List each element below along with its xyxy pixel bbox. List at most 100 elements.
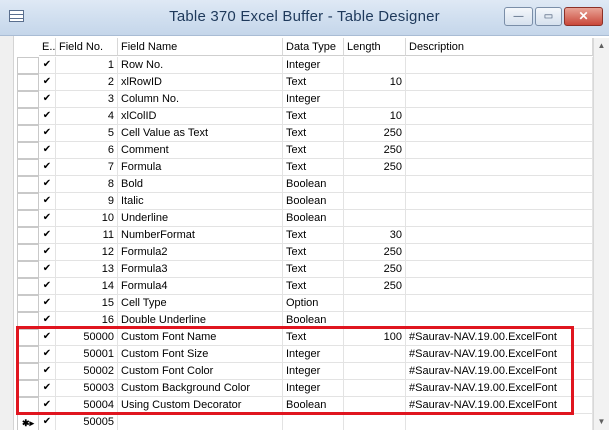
field-name-cell[interactable]: Formula	[118, 159, 283, 176]
enabled-checkmark-icon[interactable]: ✔	[39, 227, 56, 244]
table-row[interactable]: ✔ 8 Bold Boolean	[14, 176, 593, 193]
column-header-length[interactable]: Length	[344, 38, 406, 56]
description-cell[interactable]	[406, 414, 593, 430]
enabled-checkmark-icon[interactable]: ✔	[39, 363, 56, 380]
row-selector[interactable]	[17, 261, 39, 278]
enabled-checkmark-icon[interactable]: ✔	[39, 244, 56, 261]
row-selector[interactable]	[17, 159, 39, 176]
field-name-cell[interactable]: Cell Value as Text	[118, 125, 283, 142]
table-row[interactable]: ✔ 12 Formula2 Text 250	[14, 244, 593, 261]
field-name-cell[interactable]: xlRowID	[118, 74, 283, 91]
field-no-cell[interactable]: 15	[56, 295, 118, 312]
column-header-data-type[interactable]: Data Type	[283, 38, 344, 56]
field-no-cell[interactable]: 8	[56, 176, 118, 193]
description-cell[interactable]	[406, 125, 593, 142]
length-cell[interactable]	[344, 414, 406, 430]
data-type-cell[interactable]: Integer	[283, 380, 344, 397]
length-cell[interactable]	[344, 57, 406, 74]
field-no-cell[interactable]: 3	[56, 91, 118, 108]
table-row[interactable]: ✔ 50000 Custom Font Name Text 100 #Saurav-NAV…	[14, 329, 593, 346]
length-cell[interactable]	[344, 193, 406, 210]
field-name-cell[interactable]: Formula2	[118, 244, 283, 261]
enabled-checkmark-icon[interactable]: ✔	[39, 312, 56, 329]
data-type-cell[interactable]: Integer	[283, 363, 344, 380]
description-cell[interactable]	[406, 312, 593, 329]
field-name-cell[interactable]: Custom Background Color	[118, 380, 283, 397]
data-type-cell[interactable]: Text	[283, 108, 344, 125]
column-header-field-no[interactable]: Field No.	[56, 38, 118, 56]
length-cell[interactable]: 250	[344, 159, 406, 176]
table-row[interactable]: ✔ 5 Cell Value as Text Text 250	[14, 125, 593, 142]
enabled-checkmark-icon[interactable]: ✔	[39, 176, 56, 193]
data-type-cell[interactable]: Text	[283, 142, 344, 159]
length-cell[interactable]: 250	[344, 244, 406, 261]
length-cell[interactable]	[344, 91, 406, 108]
data-type-cell[interactable]: Option	[283, 295, 344, 312]
field-name-cell[interactable]: Custom Font Name	[118, 329, 283, 346]
enabled-checkmark-icon[interactable]: ✔	[39, 210, 56, 227]
field-no-cell[interactable]: 12	[56, 244, 118, 261]
data-type-cell[interactable]: Boolean	[283, 210, 344, 227]
table-row[interactable]: ✔ 13 Formula3 Text 250	[14, 261, 593, 278]
data-type-cell[interactable]: Text	[283, 125, 344, 142]
description-cell[interactable]: #Saurav-NAV.19.00.ExcelFont	[406, 380, 593, 397]
row-selector[interactable]	[17, 57, 39, 74]
enabled-checkmark-icon[interactable]: ✔	[39, 261, 56, 278]
description-cell[interactable]: #Saurav-NAV.19.00.ExcelFont	[406, 329, 593, 346]
data-type-cell[interactable]: Boolean	[283, 312, 344, 329]
enabled-checkmark-icon[interactable]: ✔	[39, 346, 56, 363]
field-name-cell[interactable]: Bold	[118, 176, 283, 193]
row-selector[interactable]	[17, 108, 39, 125]
field-name-cell[interactable]: xlColID	[118, 108, 283, 125]
data-type-cell[interactable]: Boolean	[283, 193, 344, 210]
maximize-button[interactable]: ▭	[535, 7, 562, 26]
length-cell[interactable]: 250	[344, 142, 406, 159]
row-selector[interactable]	[17, 142, 39, 159]
row-selector[interactable]	[17, 74, 39, 91]
field-no-cell[interactable]: 10	[56, 210, 118, 227]
field-no-cell[interactable]: 7	[56, 159, 118, 176]
length-cell[interactable]	[344, 346, 406, 363]
table-row[interactable]: ✔ 50003 Custom Background Color Integer #Sau…	[14, 380, 593, 397]
data-type-cell[interactable]: Text	[283, 261, 344, 278]
table-row[interactable]: ✔ 50004 Using Custom Decorator Boolean #Saur…	[14, 397, 593, 414]
description-cell[interactable]	[406, 227, 593, 244]
enabled-checkmark-icon[interactable]: ✔	[39, 295, 56, 312]
field-no-cell[interactable]: 50000	[56, 329, 118, 346]
table-row[interactable]: ✔ 9 Italic Boolean	[14, 193, 593, 210]
description-cell[interactable]	[406, 176, 593, 193]
enabled-checkmark-icon[interactable]: ✔	[39, 108, 56, 125]
data-type-cell[interactable]: Boolean	[283, 397, 344, 414]
data-type-cell[interactable]: Text	[283, 278, 344, 295]
length-cell[interactable]	[344, 176, 406, 193]
description-cell[interactable]	[406, 193, 593, 210]
table-row[interactable]: ✔ 7 Formula Text 250	[14, 159, 593, 176]
length-cell[interactable]: 10	[344, 108, 406, 125]
description-cell[interactable]	[406, 159, 593, 176]
description-cell[interactable]	[406, 142, 593, 159]
row-selector[interactable]	[17, 244, 39, 261]
description-cell[interactable]	[406, 74, 593, 91]
field-no-cell[interactable]: 50004	[56, 397, 118, 414]
table-row[interactable]: ✔ 11 NumberFormat Text 30	[14, 227, 593, 244]
enabled-checkmark-icon[interactable]: ✔	[39, 278, 56, 295]
table-row[interactable]: ✔ 15 Cell Type Option	[14, 295, 593, 312]
field-name-cell[interactable]: Comment	[118, 142, 283, 159]
field-no-cell[interactable]: 50001	[56, 346, 118, 363]
enabled-checkmark-icon[interactable]: ✔	[39, 125, 56, 142]
data-type-cell[interactable]: Boolean	[283, 176, 344, 193]
length-cell[interactable]: 10	[344, 74, 406, 91]
table-row[interactable]: ✔ 50001 Custom Font Size Integer #Saurav-NAV…	[14, 346, 593, 363]
enabled-checkmark-icon[interactable]: ✔	[39, 329, 56, 346]
field-name-cell[interactable]: Formula4	[118, 278, 283, 295]
length-cell[interactable]	[344, 363, 406, 380]
field-no-cell[interactable]: 4	[56, 108, 118, 125]
row-selector[interactable]	[17, 278, 39, 295]
field-name-cell[interactable]: Cell Type	[118, 295, 283, 312]
data-type-cell[interactable]: Text	[283, 74, 344, 91]
field-name-cell[interactable]	[118, 414, 283, 430]
description-cell[interactable]	[406, 108, 593, 125]
data-type-cell[interactable]: Text	[283, 244, 344, 261]
enabled-checkmark-icon[interactable]: ✔	[39, 380, 56, 397]
data-type-cell[interactable]: Text	[283, 159, 344, 176]
